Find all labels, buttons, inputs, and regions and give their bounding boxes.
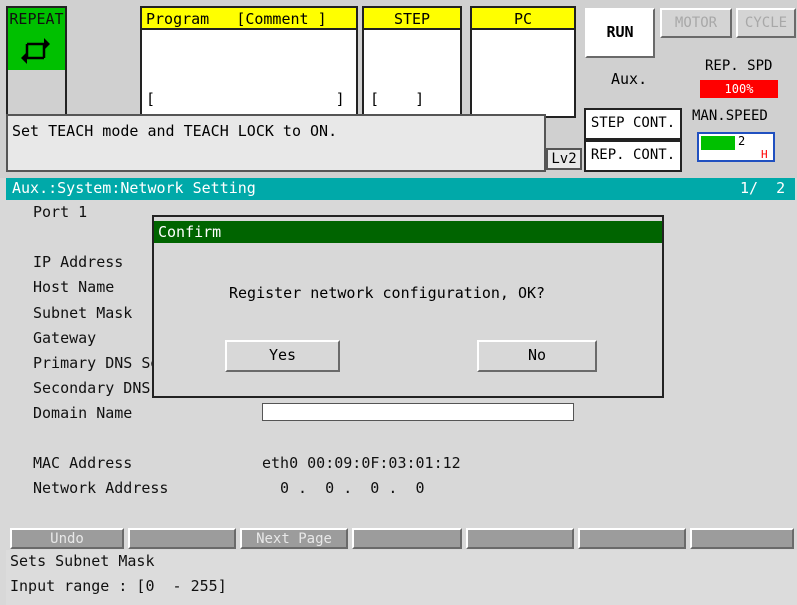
domain-name-label: Domain Name — [33, 404, 133, 422]
function-key-5[interactable] — [466, 528, 574, 549]
screen-title: Aux.:System:Network Setting — [12, 179, 256, 197]
subnet-mask-label: Subnet Mask — [33, 304, 133, 322]
undo-key[interactable]: Undo — [10, 528, 124, 549]
yes-button[interactable]: Yes — [225, 340, 340, 372]
host-name-label: Host Name — [33, 278, 115, 296]
man-speed-value: 2 — [738, 134, 746, 148]
man-speed-label: MAN.SPEED — [692, 108, 768, 124]
ip-address-label: IP Address — [33, 253, 124, 271]
no-button[interactable]: No — [477, 340, 597, 372]
rep-spd-value: 100% — [700, 80, 778, 98]
program-label: Program — [146, 10, 210, 28]
level-badge: Lv2 — [546, 148, 582, 170]
help-line-2: Input range : [0 - 255] — [10, 577, 227, 595]
pc-label: PC — [470, 6, 576, 30]
mac-address-value: eth0 00:09:0F:03:01:12 — [262, 454, 461, 472]
mac-address-label: MAC Address — [33, 454, 133, 472]
step-cont-button[interactable]: STEP CONT. — [584, 108, 682, 140]
domain-name-input[interactable] — [262, 403, 574, 421]
status-message-box: Set TEACH mode and TEACH LOCK to ON. — [6, 114, 546, 172]
cycle-button[interactable]: CYCLE — [736, 8, 796, 38]
rep-spd-label: REP. SPD — [705, 58, 773, 74]
program-value[interactable]: [ ] — [146, 90, 345, 108]
next-page-key[interactable]: Next Page — [240, 528, 348, 549]
motor-button[interactable]: MOTOR — [660, 8, 732, 38]
network-address-label: Network Address — [33, 479, 169, 497]
man-speed-fill — [701, 136, 735, 150]
network-address-value: 0 . 0 . 0 . 0 — [280, 479, 425, 497]
page-indicator: 1/ 2 — [740, 179, 786, 197]
port-label: Port 1 — [33, 203, 88, 221]
run-button[interactable]: RUN — [585, 8, 655, 58]
help-line-1: Sets Subnet Mask — [10, 552, 155, 570]
rep-cont-button[interactable]: REP. CONT. — [584, 140, 682, 172]
aux-label: Aux. — [611, 70, 648, 88]
mode-label: REPEAT — [8, 8, 65, 32]
man-speed-marker: H — [761, 148, 768, 161]
function-key-4[interactable] — [352, 528, 462, 549]
dialog-message: Register network configuration, OK? — [229, 284, 546, 302]
gateway-label: Gateway — [33, 329, 97, 347]
repeat-cycle-icon — [8, 32, 65, 70]
function-key-6[interactable] — [578, 528, 686, 549]
program-header: Program [Comment ] — [140, 6, 358, 30]
dialog-title: Confirm — [154, 221, 662, 243]
comment-label: [Comment ] — [236, 10, 327, 28]
function-key-2[interactable] — [128, 528, 236, 549]
step-label: STEP — [362, 6, 462, 30]
status-message: Set TEACH mode and TEACH LOCK to ON. — [12, 122, 338, 140]
step-value[interactable]: [ ] — [370, 90, 424, 108]
function-key-7[interactable] — [690, 528, 794, 549]
screen-title-bar: Aux.:System:Network Setting — [6, 178, 795, 200]
